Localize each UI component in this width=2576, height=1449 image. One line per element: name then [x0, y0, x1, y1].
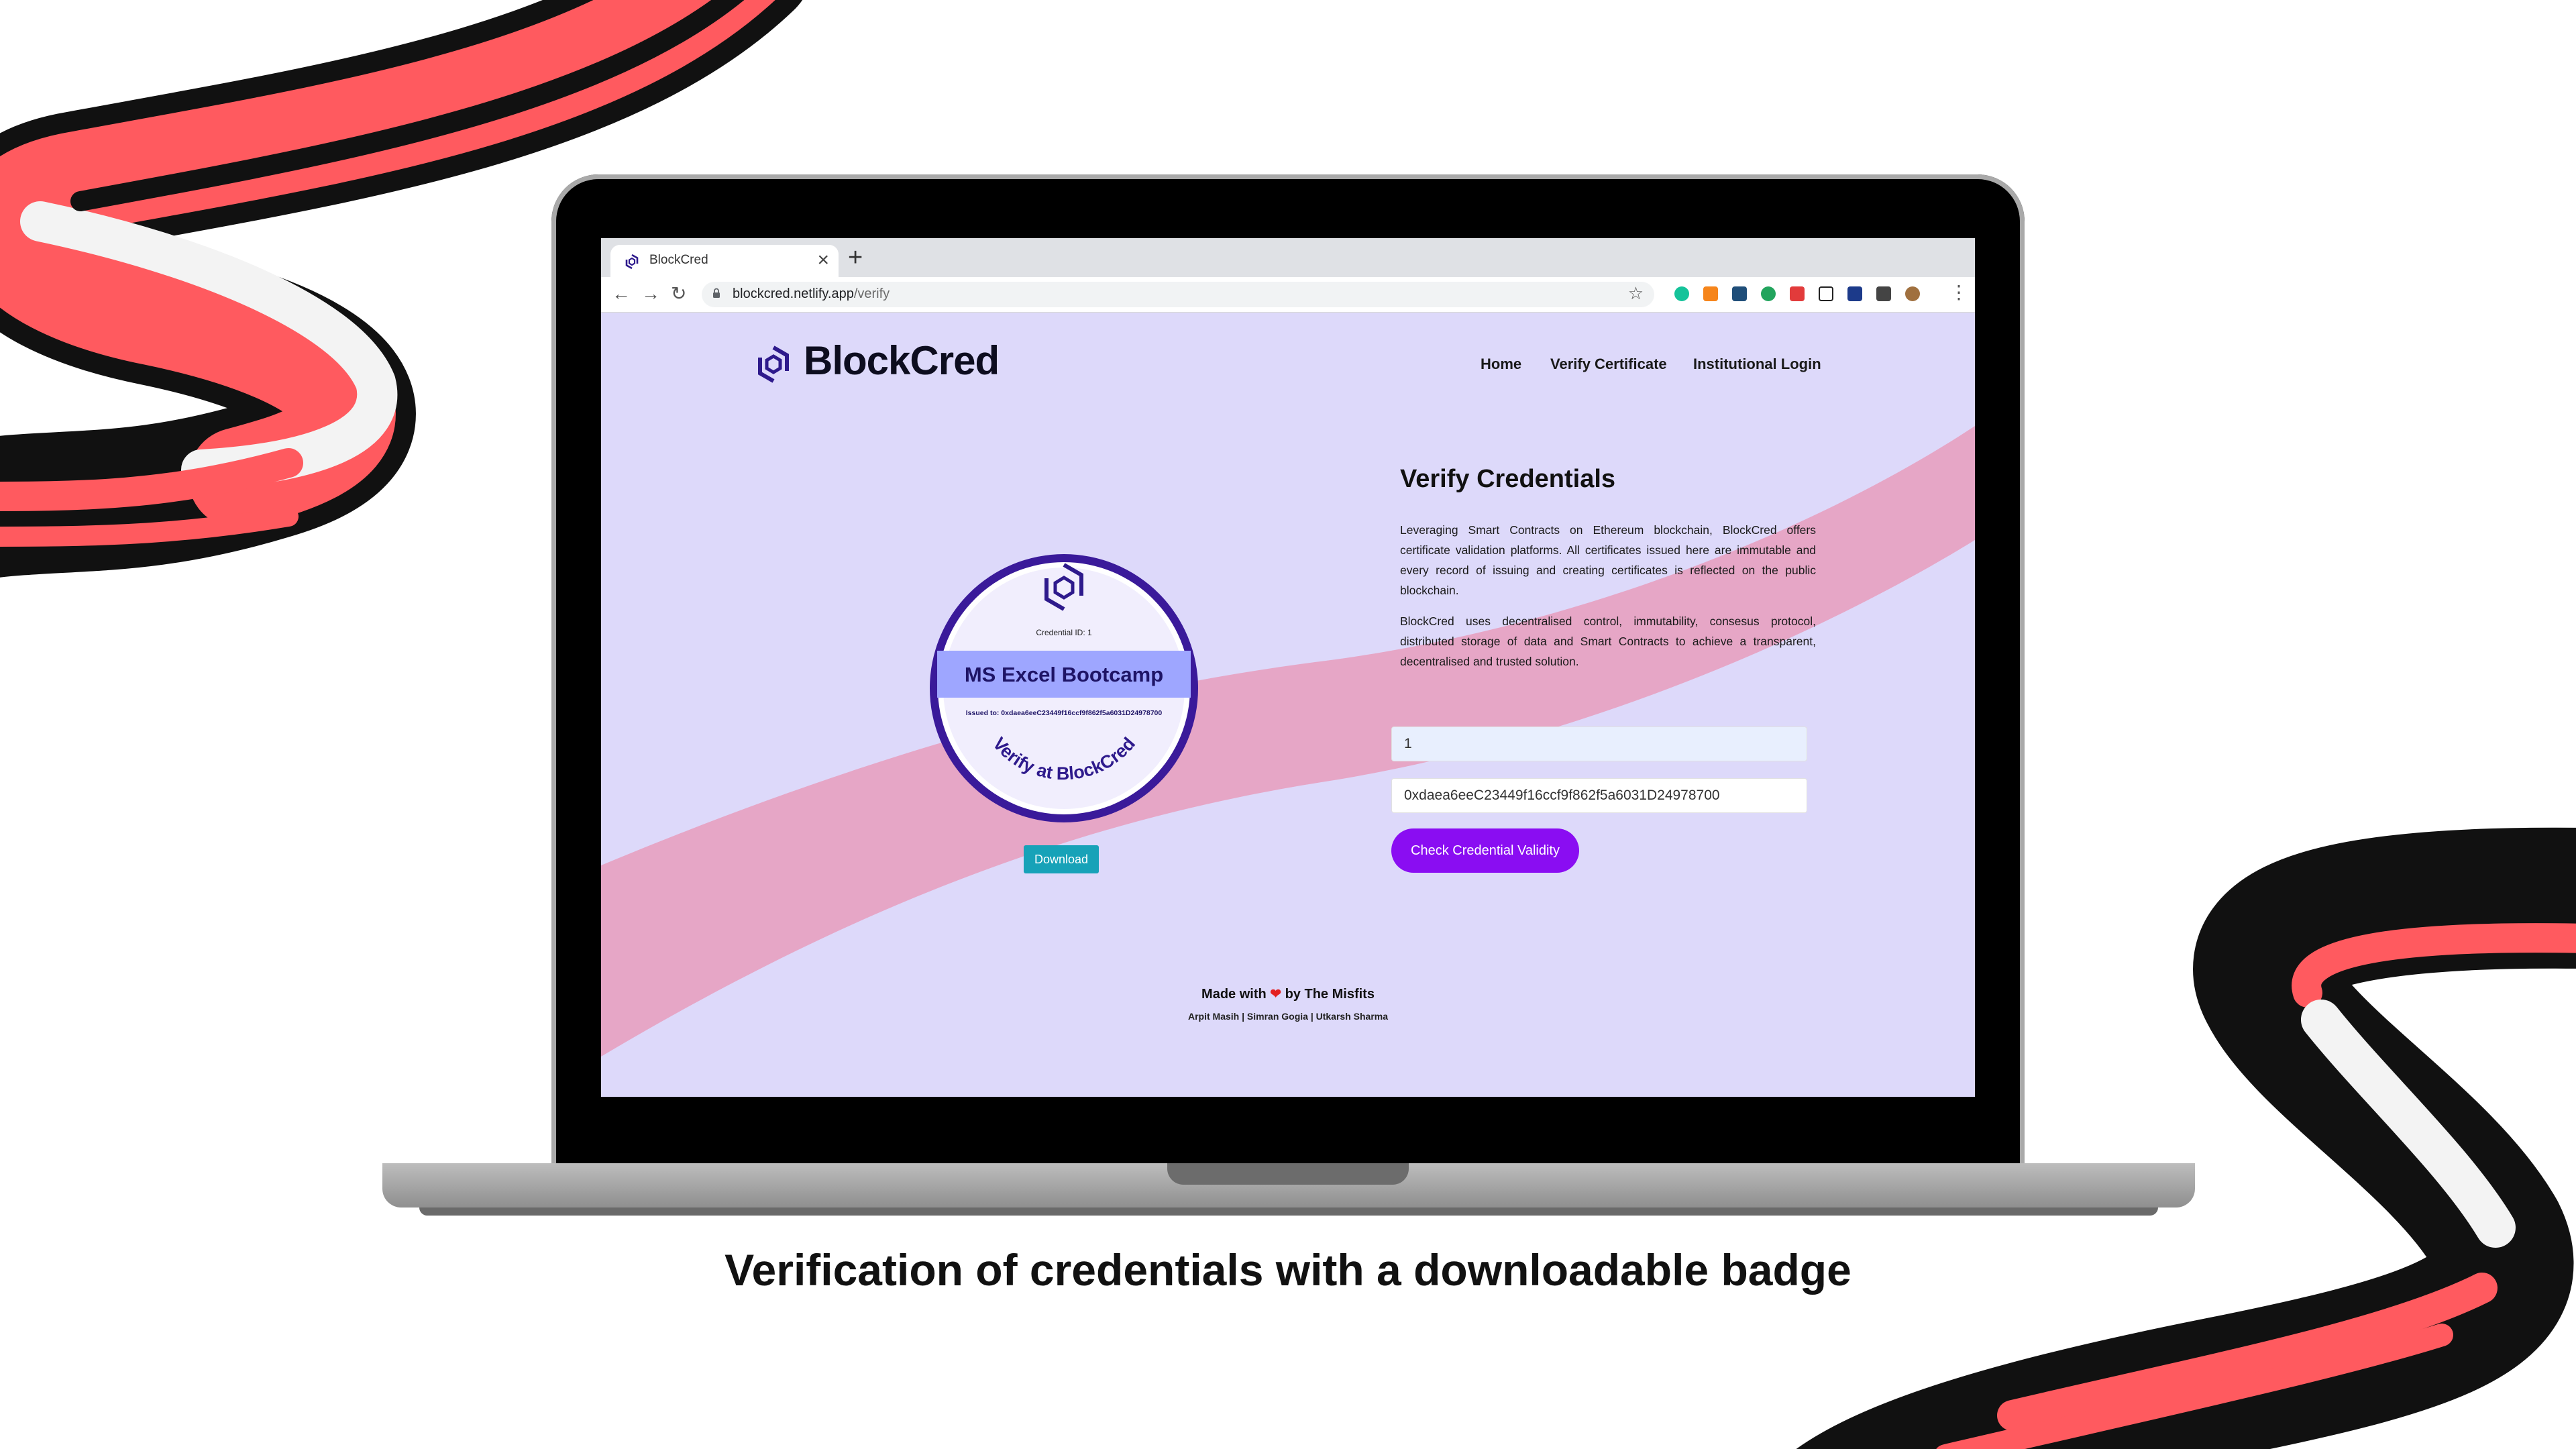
- browser-menu-icon[interactable]: ⋮: [1949, 281, 1968, 303]
- background-wave: [601, 426, 1975, 1057]
- extension-icon[interactable]: [1847, 286, 1862, 301]
- profile-avatar[interactable]: [1905, 286, 1920, 301]
- brand-name[interactable]: BlockCred: [804, 337, 1000, 384]
- extension-icon[interactable]: [1761, 286, 1776, 301]
- page-content: BlockCred Home Verify Certificate Instit…: [601, 312, 1975, 1097]
- verify-description: Leveraging Smart Contracts on Ethereum b…: [1400, 523, 1816, 597]
- back-icon[interactable]: ←: [612, 282, 631, 305]
- badge-title: MS Excel Bootcamp: [965, 663, 1163, 686]
- check-credential-validity-button[interactable]: Check Credential Validity: [1391, 828, 1579, 873]
- address-bar[interactable]: blockcred.netlify.app/verify ☆: [702, 282, 1654, 307]
- tab-title: BlockCred: [649, 253, 708, 267]
- typing-icon[interactable]: [1790, 286, 1805, 301]
- metamask-icon[interactable]: [1703, 286, 1718, 301]
- laptop-base-shadow: [419, 1208, 2158, 1216]
- forward-icon[interactable]: →: [641, 282, 660, 305]
- wallet-address-input[interactable]: [1391, 778, 1807, 813]
- browser-toolbar: ← → ↻ blockcred.netlify.app/verify ☆ ⋮: [601, 277, 1975, 313]
- bookmark-star-icon[interactable]: ☆: [1628, 283, 1644, 304]
- heart-icon: ❤: [1270, 987, 1282, 1002]
- badge-issued-to: Issued to: 0xdaea6eeC23449f16ccf9f862f5a…: [966, 709, 1163, 717]
- nav-institutional-login-link[interactable]: Institutional Login: [1693, 356, 1821, 373]
- blockcred-favicon-icon: [625, 254, 639, 270]
- credential-id-input[interactable]: [1391, 727, 1807, 761]
- extension-icon[interactable]: [1732, 286, 1747, 301]
- nav-home-link[interactable]: Home: [1481, 356, 1521, 373]
- grammarly-icon[interactable]: [1674, 286, 1689, 301]
- notion-icon[interactable]: [1819, 286, 1833, 301]
- footer-made-with: Made with ❤ by The Misfits: [601, 985, 1975, 1002]
- tab-bar: BlockCred × +: [601, 238, 1975, 277]
- badge-credential-id: Credential ID: 1: [1036, 628, 1092, 637]
- puzzle-icon[interactable]: [1876, 286, 1891, 301]
- reload-icon[interactable]: ↻: [671, 282, 686, 305]
- credential-badge: Credential ID: 1 MS Excel Bootcamp Issue…: [930, 554, 1198, 822]
- url-path: /verify: [853, 286, 890, 301]
- url-text: blockcred.netlify.app/verify: [733, 286, 890, 302]
- footer-made-text: Made with: [1201, 987, 1267, 1002]
- footer-by-text: by The Misfits: [1285, 987, 1375, 1002]
- nav-verify-certificate-link[interactable]: Verify Certificate: [1550, 356, 1667, 373]
- laptop-notch: [1167, 1163, 1409, 1185]
- verify-description-2: BlockCred uses decentralised control, im…: [1400, 614, 1816, 668]
- new-tab-button[interactable]: +: [848, 245, 863, 270]
- lock-icon: [713, 288, 720, 298]
- browser-tab[interactable]: BlockCred ×: [610, 245, 839, 277]
- blockcred-logo-icon: [758, 345, 789, 383]
- verify-title: Verify Credentials: [1400, 465, 1616, 493]
- slide-caption: Verification of credentials with a downl…: [724, 1245, 1851, 1295]
- browser-window: BlockCred × + ← → ↻ blockcred.netlify.ap…: [601, 238, 1975, 1097]
- url-host: blockcred.netlify.app: [733, 286, 854, 301]
- tab-close-icon[interactable]: ×: [817, 249, 829, 272]
- download-button[interactable]: Download: [1024, 845, 1099, 873]
- footer-team-names: Arpit Masih | Simran Gogia | Utkarsh Sha…: [1187, 1011, 1389, 1022]
